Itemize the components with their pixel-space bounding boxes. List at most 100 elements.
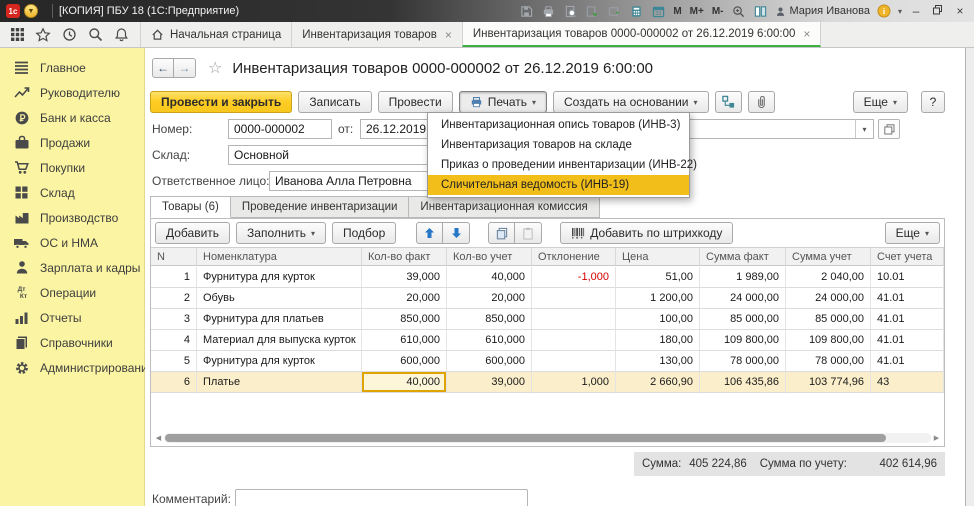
tab-home[interactable]: Начальная страница [140,22,291,47]
column-header-nomenclature[interactable]: Номенклатура [197,248,362,265]
close-button[interactable]: × [952,4,968,18]
cell-deviation[interactable] [532,288,616,309]
cell-name[interactable]: Фурнитура для платьев [197,309,362,330]
cell-qty_acct[interactable]: 40,000 [447,267,532,288]
scroll-left-icon[interactable]: ◀ [153,434,164,442]
sidebar-item-main[interactable]: Главное [0,55,144,80]
favorites-star-icon[interactable] [32,24,54,46]
preview-icon[interactable] [562,3,578,19]
sidebar-item-purchases[interactable]: Покупки [0,155,144,180]
apps-menu-icon[interactable] [6,24,28,46]
info-icon[interactable]: i [876,3,892,19]
tab-inventory-execution[interactable]: Проведение инвентаризации [231,196,410,218]
scrollbar-track[interactable] [164,433,931,443]
move-down-button[interactable] [443,222,470,244]
cell-sum_acct[interactable]: 78 000,00 [786,351,871,372]
cell-sum_acct[interactable]: 109 800,00 [786,330,871,351]
help-button[interactable]: ? [921,91,945,113]
cell-qty_fact[interactable]: 20,000 [362,288,447,309]
cell-sum_acct[interactable]: 24 000,00 [786,288,871,309]
cell-qty_fact[interactable]: 39,000 [362,267,447,288]
sidebar-item-fixed-assets[interactable]: ОС и НМА [0,230,144,255]
cell-price[interactable]: 180,00 [616,330,700,351]
column-header-qty-fact[interactable]: Кол-во факт [362,248,447,265]
tab-inventory-document[interactable]: Инвентаризация товаров 0000-000002 от 26… [462,22,822,47]
cell-price[interactable]: 130,00 [616,351,700,372]
sidebar-item-sales[interactable]: Продажи [0,130,144,155]
post-document-icon[interactable] [584,3,600,19]
minimize-button[interactable]: – [908,4,924,18]
cell-sum_fact[interactable]: 85 000,00 [700,309,786,330]
cell-qty_acct[interactable]: 610,000 [447,330,532,351]
save-icon[interactable] [518,3,534,19]
horizontal-scrollbar[interactable]: ◀ ▶ [153,432,942,444]
memory-plus-button[interactable]: M+ [689,6,705,17]
more-button[interactable]: Еще▾ [853,91,908,113]
cell-name[interactable]: Материал для выпуска курток [197,330,362,351]
cell-account[interactable]: 43 [871,372,944,393]
cell-n[interactable]: 2 [151,288,197,309]
history-icon[interactable] [58,24,80,46]
split-view-icon[interactable] [753,3,769,19]
copy-button[interactable] [488,222,515,244]
cell-account[interactable]: 41.01 [871,351,944,372]
print-menu-button[interactable]: Печать▾ [459,91,547,113]
memory-minus-button[interactable]: M- [711,6,725,17]
column-header-qty-acct[interactable]: Кол-во учет [447,248,532,265]
column-header-sum-fact[interactable]: Сумма факт [700,248,786,265]
attachments-button[interactable] [748,91,775,113]
create-based-on-button[interactable]: Создать на основании▾ [553,91,709,113]
sidebar-item-payroll-hr[interactable]: Зарплата и кадры [0,255,144,280]
cell-sum_fact[interactable]: 1 989,00 [700,267,786,288]
cell-n[interactable]: 5 [151,351,197,372]
main-menu-button[interactable]: ▼ [24,4,38,18]
cell-qty_fact[interactable]: 610,000 [362,330,447,351]
calendar-icon[interactable]: 31 [650,3,666,19]
column-header-price[interactable]: Цена [616,248,700,265]
print-icon[interactable] [540,3,556,19]
cell-account[interactable]: 10.01 [871,267,944,288]
move-up-button[interactable] [416,222,443,244]
cell-deviation[interactable] [532,330,616,351]
tab-inventory-list[interactable]: Инвентаризация товаров × [291,22,462,47]
menu-item-inv3[interactable]: Инвентаризационная опись товаров (ИНВ-3) [428,115,689,135]
cell-n[interactable]: 3 [151,309,197,330]
cell-sum_fact[interactable]: 109 800,00 [700,330,786,351]
cell-deviation[interactable] [532,309,616,330]
cell-account[interactable]: 41.01 [871,309,944,330]
cell-n[interactable]: 6 [151,372,197,393]
tab-goods[interactable]: Товары (6) [150,196,231,218]
comment-input[interactable] [235,489,528,506]
sidebar-item-operations[interactable]: ДтКт Операции [0,280,144,305]
notifications-bell-icon[interactable] [110,24,132,46]
table-more-button[interactable]: Еще▾ [885,222,940,244]
cell-qty_fact[interactable]: 600,000 [362,351,447,372]
table-row[interactable]: 4Материал для выпуска курток610,000610,0… [151,330,944,351]
close-tab-icon[interactable]: × [445,28,452,42]
sidebar-item-bank-cash[interactable]: Банк и касса [0,105,144,130]
fill-button[interactable]: Заполнить▾ [236,222,326,244]
cell-qty_fact[interactable]: 850,000 [362,309,447,330]
cell-sum_fact[interactable]: 106 435,86 [700,372,786,393]
favorite-star-icon[interactable]: ☆ [208,58,222,78]
column-header-deviation[interactable]: Отклонение [532,248,616,265]
cell-qty_acct[interactable]: 600,000 [447,351,532,372]
cell-sum_acct[interactable]: 103 774,96 [786,372,871,393]
cell-account[interactable]: 41.01 [871,330,944,351]
calculator-icon[interactable] [628,3,644,19]
table-row[interactable]: 5Фурнитура для курток600,000600,000130,0… [151,351,944,372]
cell-qty_acct[interactable]: 39,000 [447,372,532,393]
send-document-icon[interactable] [606,3,622,19]
column-header-sum-acct[interactable]: Сумма учет [786,248,871,265]
cell-sum_acct[interactable]: 2 040,00 [786,267,871,288]
related-documents-button[interactable] [715,91,742,113]
cell-price[interactable]: 100,00 [616,309,700,330]
post-button[interactable]: Провести [378,91,453,113]
cell-account[interactable]: 41.01 [871,288,944,309]
cell-sum_acct[interactable]: 85 000,00 [786,309,871,330]
menu-item-inv22[interactable]: Приказ о проведении инвентаризации (ИНВ-… [428,155,689,175]
scrollbar-thumb[interactable] [165,434,886,442]
cell-name[interactable]: Фурнитура для курток [197,267,362,288]
back-button[interactable]: ← [152,58,174,78]
sidebar-item-production[interactable]: Производство [0,205,144,230]
